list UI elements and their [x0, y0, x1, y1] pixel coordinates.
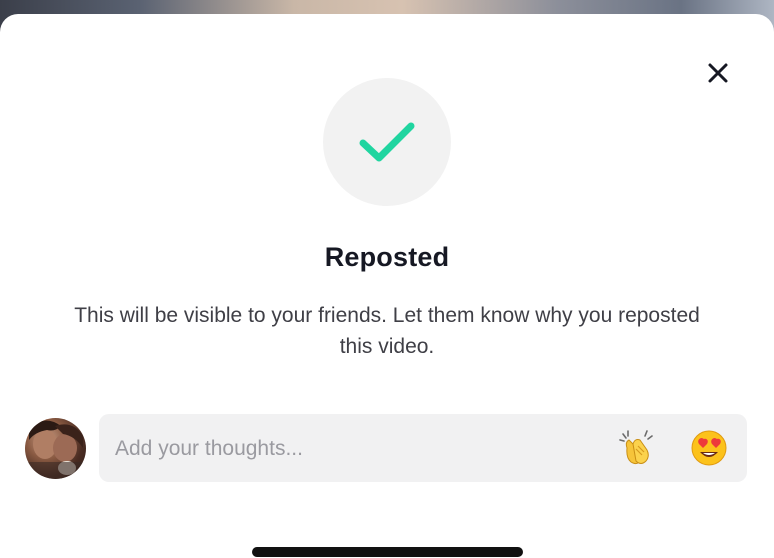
close-button[interactable] — [701, 56, 735, 90]
heart-eyes-emoji-button[interactable] — [689, 428, 729, 468]
thoughts-input[interactable] — [113, 414, 607, 484]
checkmark-icon — [359, 122, 415, 162]
sheet-title: Reposted — [324, 242, 450, 272]
clapping-hands-icon — [619, 430, 653, 465]
heart-eyes-icon — [691, 430, 727, 466]
repost-confirmation-sheet: Reposted This will be visible to your fr… — [0, 14, 774, 558]
avatar — [25, 418, 86, 479]
comment-box — [99, 414, 747, 484]
close-icon — [708, 63, 728, 83]
home-indicator[interactable] — [252, 547, 523, 557]
success-badge — [323, 78, 451, 206]
clapping-hands-emoji-button[interactable] — [617, 428, 657, 468]
sheet-description: This will be visible to your friends. Le… — [74, 304, 700, 358]
avatar-image — [25, 420, 86, 479]
